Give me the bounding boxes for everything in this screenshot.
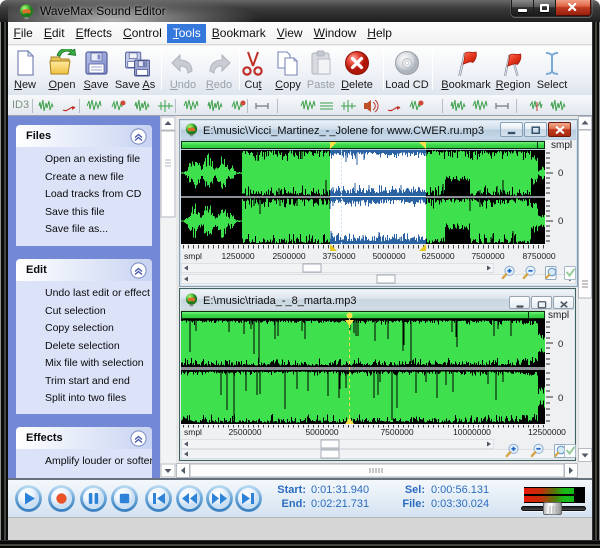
svg-text:smpl: smpl (184, 251, 202, 261)
svg-text:6250000: 6250000 (421, 251, 454, 261)
svg-text:7500000: 7500000 (471, 251, 504, 261)
svg-text:5000000: 5000000 (372, 251, 405, 261)
svg-text:smpl: smpl (184, 427, 202, 437)
svg-text:0: 0 (558, 168, 563, 179)
svg-text:12500000: 12500000 (528, 427, 566, 437)
svg-text:1250000: 1250000 (221, 251, 254, 261)
svg-text:2500000: 2500000 (272, 251, 305, 261)
svg-text:3750000: 3750000 (322, 251, 355, 261)
svg-text:8750000: 8750000 (522, 251, 555, 261)
svg-text:10000000: 10000000 (453, 427, 491, 437)
svg-text:0: 0 (558, 216, 563, 227)
svg-text:0: 0 (558, 339, 563, 350)
svg-text:5000000: 5000000 (305, 427, 338, 437)
svg-text:7500000: 7500000 (380, 427, 413, 437)
svg-text:2500000: 2500000 (228, 427, 261, 437)
svg-text:0: 0 (558, 393, 563, 404)
